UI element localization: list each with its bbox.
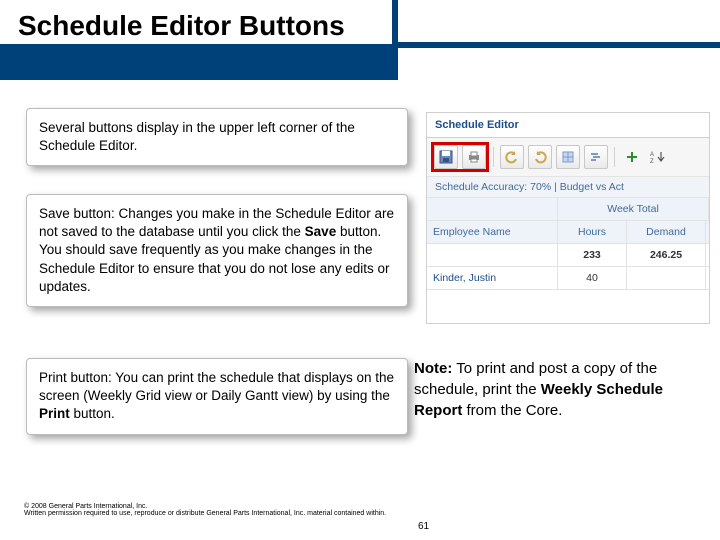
slide-title: Schedule Editor Buttons xyxy=(18,10,345,42)
undo-button[interactable] xyxy=(500,145,524,169)
footer-line1: © 2008 General Parts International, Inc. xyxy=(24,503,404,511)
save-button[interactable] xyxy=(434,145,458,169)
footer-line2: Written permission required to use, repr… xyxy=(24,510,404,518)
employee-name: Kinder, Justin xyxy=(427,267,558,289)
toolbar-separator xyxy=(493,147,494,167)
redo-icon xyxy=(533,150,547,164)
toolbar-separator xyxy=(614,147,615,167)
svg-text:Z: Z xyxy=(650,159,654,164)
sort-az-icon: AZ xyxy=(650,150,666,164)
copyright-footer: © 2008 General Parts International, Inc.… xyxy=(24,503,404,518)
intro-text: Several buttons display in the upper lef… xyxy=(39,120,355,153)
col-employee: Employee Name xyxy=(427,221,558,243)
save-text-bold: Save xyxy=(305,224,337,239)
undo-icon xyxy=(505,150,519,164)
redo-button[interactable] xyxy=(528,145,552,169)
note-text: Note: To print and post a copy of the sc… xyxy=(414,358,704,421)
col-demand: Demand xyxy=(627,221,706,243)
totals-label xyxy=(427,244,558,266)
svg-text:A: A xyxy=(650,152,654,158)
table-row: Kinder, Justin 40 xyxy=(427,267,709,290)
week-total-header: Week Total xyxy=(427,198,709,221)
add-button[interactable] xyxy=(621,146,643,168)
print-button[interactable] xyxy=(462,145,486,169)
gantt-button[interactable] xyxy=(584,145,608,169)
disk-icon xyxy=(439,150,453,164)
gantt-icon xyxy=(589,150,603,164)
plus-icon xyxy=(625,150,639,164)
note-tail: from the Core. xyxy=(462,402,562,419)
intro-box: Several buttons display in the upper lef… xyxy=(26,108,408,166)
title-bar xyxy=(0,44,392,80)
printer-icon xyxy=(467,150,481,164)
total-hours: 233 xyxy=(558,244,627,266)
save-box: Save button: Changes you make in the Sch… xyxy=(26,194,408,307)
totals-row: 233 246.25 xyxy=(427,244,709,267)
screenshot-title: Schedule Editor xyxy=(427,113,709,138)
print-text-post: button. xyxy=(70,406,115,421)
status-bar: Schedule Accuracy: 70% | Budget vs Act xyxy=(427,177,709,198)
sort-button[interactable]: AZ xyxy=(647,146,669,168)
blank xyxy=(427,198,558,220)
grid-icon xyxy=(561,150,575,164)
accent-vertical xyxy=(392,0,398,80)
note-lead: Note: xyxy=(414,360,452,377)
total-demand: 246.25 xyxy=(627,244,706,266)
column-header-row: Employee Name Hours Demand xyxy=(427,221,709,244)
employee-demand xyxy=(627,267,706,289)
accent-horizontal xyxy=(392,42,720,48)
toolbar: AZ xyxy=(427,138,709,177)
total-hours-val: 233 xyxy=(583,249,601,261)
highlighted-buttons xyxy=(433,144,487,170)
grid-button[interactable] xyxy=(556,145,580,169)
print-box: Print button: You can print the schedule… xyxy=(26,358,408,435)
employee-hours: 40 xyxy=(558,267,627,289)
print-text-bold: Print xyxy=(39,406,70,421)
page-number: 61 xyxy=(418,521,429,532)
schedule-editor-screenshot: Schedule Editor AZ Schedu xyxy=(426,112,710,324)
print-text-pre: Print button: You can print the schedule… xyxy=(39,370,394,403)
col-hours: Hours xyxy=(558,221,627,243)
week-total-label: Week Total xyxy=(558,198,709,220)
total-demand-val: 246.25 xyxy=(650,249,682,261)
